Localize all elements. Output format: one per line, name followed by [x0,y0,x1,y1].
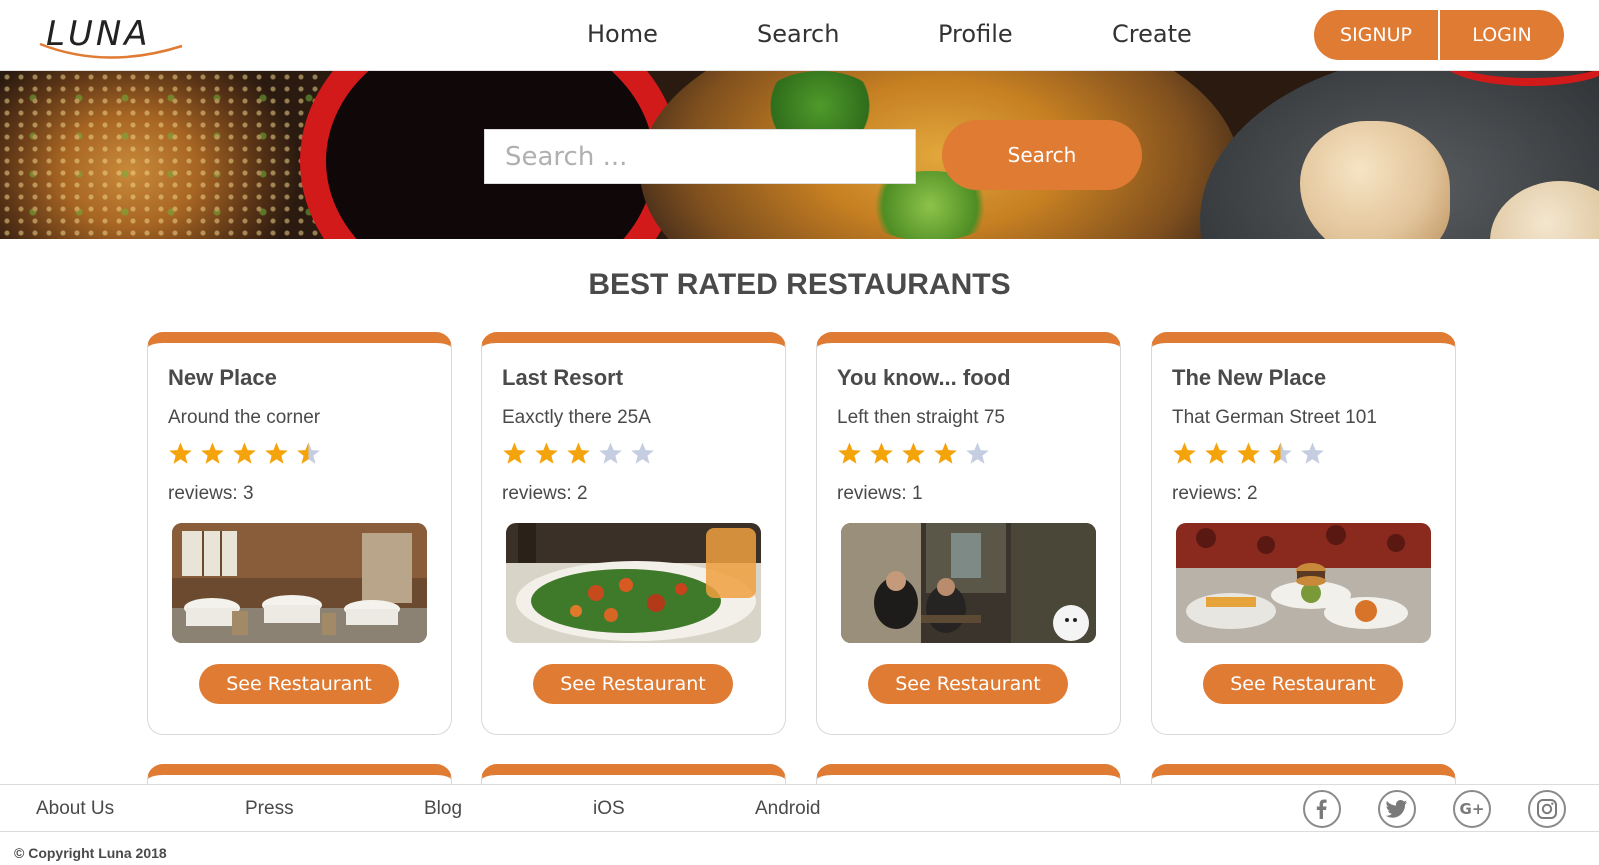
restaurant-reviews-count: reviews: 2 [1172,483,1258,504]
restaurant-address: Eaxctly there 25A [502,407,651,428]
restaurant-photo[interactable] [841,523,1096,643]
nav-home[interactable]: Home [587,20,658,48]
restaurant-photo[interactable] [1176,523,1431,643]
star-filled-icon [837,441,862,466]
hero-food-rice [0,71,320,239]
nav-profile[interactable]: Profile [938,20,1013,48]
star-empty-icon [1300,441,1325,466]
restaurant-name[interactable]: The New Place [1172,365,1326,391]
restaurant-address: Left then straight 75 [837,407,1005,428]
see-restaurant-button[interactable]: See Restaurant [533,664,733,704]
see-restaurant-button[interactable]: See Restaurant [1203,664,1403,704]
hero-food-dumpling [1300,121,1450,239]
restaurant-rating [168,441,321,466]
restaurant-card: Last Resort Eaxctly there 25A reviews: 2… [481,332,786,735]
facebook-icon[interactable] [1303,790,1341,828]
star-filled-icon [168,441,193,466]
star-filled-icon [1172,441,1197,466]
restaurant-photo[interactable] [506,523,761,643]
star-empty-icon [965,441,990,466]
restaurant-name[interactable]: New Place [168,365,277,391]
restaurant-address: Around the corner [168,407,321,428]
luna-logo[interactable]: LUNA [36,12,186,62]
restaurant-address: That German Street 101 [1172,407,1377,428]
nav-search[interactable]: Search [757,20,839,48]
star-filled-icon [1236,441,1261,466]
star-empty-icon [598,441,623,466]
nav-create[interactable]: Create [1112,20,1192,48]
signup-button[interactable]: SIGNUP [1314,10,1438,60]
footer-link-press[interactable]: Press [245,798,294,820]
restaurant-card: The New Place That German Street 101 rev… [1151,332,1456,735]
hero-search-button[interactable]: Search [942,120,1142,190]
restaurant-rating [502,441,655,466]
see-restaurant-button[interactable]: See Restaurant [868,664,1068,704]
star-filled-icon [1204,441,1229,466]
restaurant-name[interactable]: Last Resort [502,365,623,391]
star-empty-icon [630,441,655,466]
section-title: BEST RATED RESTAURANTS [588,268,1011,301]
auth-buttons: SIGNUP LOGIN [1314,10,1564,60]
footer-link-blog[interactable]: Blog [424,798,462,820]
star-filled-icon [901,441,926,466]
site-footer: About Us Press Blog iOS Android G+ [0,784,1599,832]
twitter-icon[interactable] [1378,790,1416,828]
restaurant-reviews-count: reviews: 3 [168,483,254,504]
login-button[interactable]: LOGIN [1440,10,1564,60]
site-header: LUNA Home Search Profile Create SIGNUP L… [0,0,1599,71]
star-filled-icon [200,441,225,466]
star-half-icon [296,441,321,466]
star-filled-icon [566,441,591,466]
star-filled-icon [264,441,289,466]
see-restaurant-button[interactable]: See Restaurant [199,664,399,704]
hero-search-input[interactable] [484,129,916,184]
restaurant-reviews-count: reviews: 1 [837,483,923,504]
footer-link-ios[interactable]: iOS [593,798,625,820]
star-filled-icon [232,441,257,466]
star-filled-icon [502,441,527,466]
star-filled-icon [869,441,894,466]
footer-link-android[interactable]: Android [755,798,821,820]
restaurant-card: New Place Around the corner reviews: 3 S… [147,332,452,735]
restaurant-reviews-count: reviews: 2 [502,483,588,504]
copyright-text: © Copyright Luna 2018 [14,845,167,861]
star-filled-icon [534,441,559,466]
restaurant-card: You know... food Left then straight 75 r… [816,332,1121,735]
google-plus-icon[interactable]: G+ [1453,790,1491,828]
logo-text: LUNA [46,14,151,54]
restaurant-name[interactable]: You know... food [837,365,1011,391]
star-filled-icon [933,441,958,466]
instagram-icon[interactable] [1528,790,1566,828]
restaurant-rating [1172,441,1325,466]
restaurant-photo[interactable] [172,523,427,643]
star-half-icon [1268,441,1293,466]
footer-link-about-us[interactable]: About Us [36,798,114,820]
restaurant-rating [837,441,990,466]
